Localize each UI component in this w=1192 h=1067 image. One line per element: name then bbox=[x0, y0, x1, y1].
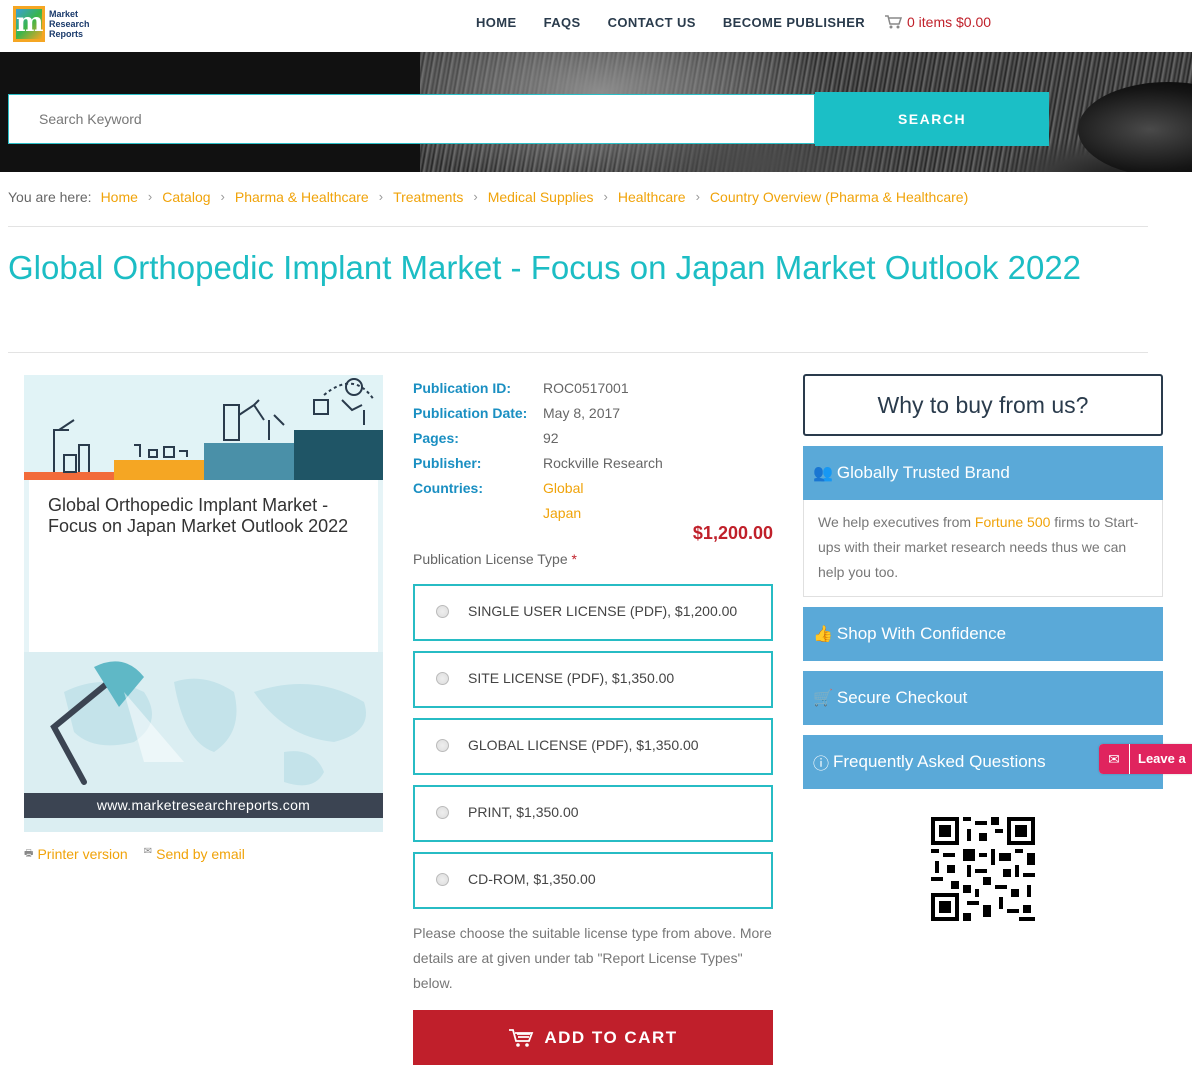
site-header: m Market Research Reports HOME FAQS CONT… bbox=[0, 0, 1192, 52]
secure-checkout-title: Secure Checkout bbox=[836, 688, 968, 707]
chevron-right-icon: › bbox=[378, 189, 384, 204]
chevron-right-icon: › bbox=[695, 189, 700, 204]
secure-checkout-tab[interactable]: 🛒 Secure Checkout bbox=[803, 671, 1163, 725]
cart-icon: 🛒 bbox=[813, 690, 833, 707]
chevron-right-icon: › bbox=[220, 189, 225, 204]
publication-id-label: Publication ID: bbox=[413, 380, 511, 396]
report-cover-image: Global Orthopedic Implant Market - Focus… bbox=[24, 375, 383, 832]
radio-button[interactable] bbox=[436, 605, 449, 618]
page-title: Global Orthopedic Implant Market - Focus… bbox=[8, 249, 1082, 286]
publication-details: Publication ID: ROC0517001 Publication D… bbox=[413, 376, 663, 526]
license-option-single-user[interactable]: SINGLE USER LICENSE (PDF), $1,200.00 bbox=[413, 584, 773, 641]
users-icon: 👥 bbox=[813, 465, 833, 482]
shop-with-confidence-tab[interactable]: 👍 Shop With Confidence bbox=[803, 607, 1163, 661]
hero-banner: Search Keyword SEARCH bbox=[0, 52, 1192, 172]
country-global-link[interactable]: Global bbox=[543, 476, 583, 501]
license-option-label: SINGLE USER LICENSE (PDF), $1,200.00 bbox=[468, 603, 738, 619]
nav-become-publisher[interactable]: BECOME PUBLISHER bbox=[723, 15, 865, 30]
cart-text: 0 items $0.00 bbox=[907, 14, 992, 30]
question-circle-icon: ⓘ bbox=[813, 756, 830, 773]
envelope-icon: ✉ bbox=[1099, 744, 1129, 774]
printer-version-link[interactable]: Printer version bbox=[37, 846, 127, 863]
license-option-label: SITE LICENSE (PDF), $1,350.00 bbox=[468, 670, 675, 686]
hero-eye-image bbox=[1078, 82, 1192, 172]
breadcrumb: You are here: Home › Catalog › Pharma & … bbox=[8, 189, 968, 205]
pages-value: 92 bbox=[543, 430, 559, 446]
breadcrumb-catalog[interactable]: Catalog bbox=[162, 189, 210, 205]
send-by-email-link[interactable]: Send by email bbox=[156, 846, 245, 863]
countries-label: Countries: bbox=[413, 480, 483, 496]
nav-contact-us[interactable]: CONTACT US bbox=[608, 15, 696, 30]
breadcrumb-healthcare[interactable]: Healthcare bbox=[618, 189, 686, 205]
breadcrumb-home[interactable]: Home bbox=[101, 189, 138, 205]
breadcrumb-treatments[interactable]: Treatments bbox=[393, 189, 463, 205]
fortune-500-link[interactable]: Fortune 500 bbox=[975, 514, 1051, 530]
logo-mark: m bbox=[13, 6, 45, 42]
cover-illustration bbox=[24, 375, 383, 480]
cart-icon bbox=[885, 15, 902, 29]
required-mark: * bbox=[571, 551, 577, 567]
license-option-label: GLOBAL LICENSE (PDF), $1,350.00 bbox=[468, 737, 699, 753]
printer-icon: 🖶 bbox=[24, 848, 34, 859]
globally-trusted-brand-header: 👥 Globally Trusted Brand bbox=[803, 446, 1163, 500]
qr-code bbox=[931, 817, 1035, 921]
publication-id-value: ROC0517001 bbox=[543, 380, 629, 396]
chevron-right-icon: › bbox=[147, 189, 153, 204]
radio-button[interactable] bbox=[436, 806, 449, 819]
nav-home[interactable]: HOME bbox=[476, 15, 517, 30]
chevron-right-icon: › bbox=[473, 189, 478, 204]
license-note: Please choose the suitable license type … bbox=[413, 925, 772, 991]
pages-label: Pages: bbox=[413, 430, 459, 446]
cover-url: www.marketresearchreports.com bbox=[24, 793, 383, 818]
license-type-label: Publication License Type * bbox=[413, 551, 577, 567]
radio-button[interactable] bbox=[436, 672, 449, 685]
license-option-label: CD-ROM, $1,350.00 bbox=[468, 871, 596, 887]
search-button[interactable]: SEARCH bbox=[815, 92, 1049, 146]
leave-message-label: Leave a bbox=[1129, 744, 1192, 774]
license-option-site[interactable]: SITE LICENSE (PDF), $1,350.00 bbox=[413, 651, 773, 708]
publisher-value: Rockville Research bbox=[543, 455, 663, 471]
cart-summary[interactable]: 0 items $0.00 bbox=[884, 14, 991, 30]
country-japan-link[interactable]: Japan bbox=[543, 501, 581, 526]
cart-icon bbox=[509, 1028, 534, 1047]
breadcrumb-country-overview[interactable]: Country Overview (Pharma & Healthcare) bbox=[710, 189, 968, 205]
license-option-print[interactable]: PRINT, $1,350.00 bbox=[413, 785, 773, 842]
breadcrumb-medical-supplies[interactable]: Medical Supplies bbox=[488, 189, 594, 205]
publisher-label: Publisher: bbox=[413, 455, 482, 471]
report-links: 🖶 Printer version ✉ Send by email bbox=[24, 846, 245, 863]
license-option-cd-rom[interactable]: CD-ROM, $1,350.00 bbox=[413, 852, 773, 909]
radio-button[interactable] bbox=[436, 739, 449, 752]
site-logo[interactable]: m Market Research Reports bbox=[13, 4, 103, 44]
logo-text: Market Research Reports bbox=[49, 9, 90, 39]
divider bbox=[8, 226, 1148, 227]
price: $1,200.00 bbox=[692, 523, 773, 543]
cover-title: Global Orthopedic Implant Market - Focus… bbox=[48, 495, 349, 536]
add-to-cart-label: ADD TO CART bbox=[544, 1027, 678, 1047]
thumbs-up-icon: 👍 bbox=[813, 626, 833, 643]
leave-message-widget[interactable]: ✉ Leave a bbox=[1099, 744, 1192, 774]
breadcrumb-pharma-healthcare[interactable]: Pharma & Healthcare bbox=[235, 189, 369, 205]
search-input[interactable]: Search Keyword bbox=[8, 94, 815, 144]
email-icon: ✉ bbox=[143, 846, 153, 857]
globally-trusted-brand-title: Globally Trusted Brand bbox=[836, 463, 1010, 482]
faq-title: Frequently Asked Questions bbox=[833, 752, 1046, 771]
publication-date-label: Publication Date: bbox=[413, 405, 528, 421]
nav-faqs[interactable]: FAQS bbox=[544, 15, 581, 30]
why-buy-title: Why to buy from us? bbox=[803, 374, 1163, 436]
main-nav: HOME FAQS CONTACT US BECOME PUBLISHER bbox=[476, 15, 892, 30]
add-to-cart-button[interactable]: ADD TO CART bbox=[413, 1010, 773, 1065]
publication-date-value: May 8, 2017 bbox=[543, 405, 621, 421]
globally-trusted-brand-body: We help executives from Fortune 500 firm… bbox=[803, 500, 1163, 597]
radio-button[interactable] bbox=[436, 873, 449, 886]
shop-with-confidence-title: Shop With Confidence bbox=[836, 624, 1007, 643]
chevron-right-icon: › bbox=[603, 189, 608, 204]
license-option-label: PRINT, $1,350.00 bbox=[468, 804, 579, 820]
breadcrumb-prefix: You are here: bbox=[8, 189, 92, 205]
license-option-global[interactable]: GLOBAL LICENSE (PDF), $1,350.00 bbox=[413, 718, 773, 775]
divider bbox=[8, 352, 1148, 353]
